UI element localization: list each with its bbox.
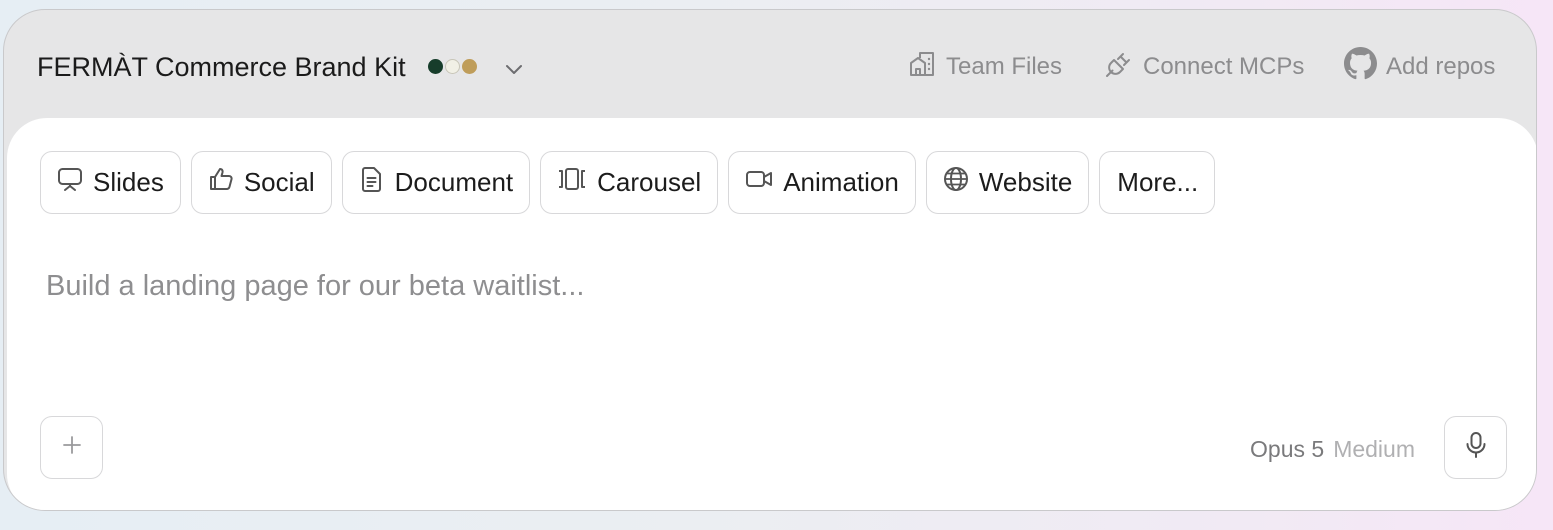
add-repos-label: Add repos xyxy=(1386,53,1496,80)
chip-social[interactable]: Social xyxy=(190,151,332,214)
prompt-composer-panel: FERMÀT Commerce Brand Kit Team Files Con… xyxy=(3,9,1537,511)
brand-kit-title[interactable]: FERMÀT Commerce Brand Kit xyxy=(37,50,406,84)
microphone-button[interactable] xyxy=(1444,416,1507,479)
chip-animation[interactable]: Animation xyxy=(728,151,916,214)
add-repos-button[interactable]: Add repos xyxy=(1344,47,1496,87)
connect-mcps-label: Connect MCPs xyxy=(1143,53,1305,80)
chip-more[interactable]: More... xyxy=(1099,151,1216,214)
plus-icon xyxy=(61,434,83,461)
prompt-input[interactable] xyxy=(46,266,1486,306)
chip-document[interactable]: Document xyxy=(341,151,531,214)
chip-label: Website xyxy=(978,167,1073,197)
brand-color-swatch xyxy=(462,59,477,74)
thumbs-up-icon xyxy=(207,165,235,200)
chip-label: Social xyxy=(243,167,315,197)
chip-label: Document xyxy=(394,167,514,197)
github-icon xyxy=(1344,47,1377,87)
add-attachment-button[interactable] xyxy=(40,416,103,479)
brand-color-swatch xyxy=(445,59,460,74)
globe-icon xyxy=(942,165,970,200)
brand-color-swatch xyxy=(428,59,443,74)
chip-label: Slides xyxy=(93,167,164,197)
chip-label: More... xyxy=(1117,167,1199,197)
chip-website[interactable]: Website xyxy=(925,151,1090,214)
chip-label: Animation xyxy=(783,167,899,197)
chip-slides[interactable]: Slides xyxy=(40,151,181,214)
team-files-label: Team Files xyxy=(946,53,1063,80)
brand-color-swatches[interactable] xyxy=(428,59,477,76)
chevron-down-icon[interactable] xyxy=(502,61,526,79)
chip-label: Carousel xyxy=(597,167,702,197)
composer-top-bar: FERMÀT Commerce Brand Kit Team Files Con… xyxy=(4,10,1536,120)
carousel-icon xyxy=(556,165,588,200)
connect-mcps-button[interactable]: Connect MCPs xyxy=(1104,50,1304,84)
team-files-button[interactable]: Team Files xyxy=(907,50,1062,84)
chip-carousel[interactable]: Carousel xyxy=(540,151,719,214)
output-type-chips: Slides Social Document Carousel Animatio… xyxy=(40,151,1216,214)
document-icon xyxy=(358,165,386,200)
composer-card: Slides Social Document Carousel Animatio… xyxy=(7,118,1536,510)
folder-house-icon xyxy=(907,49,937,86)
presentation-icon xyxy=(56,165,84,200)
model-name: Opus 5 xyxy=(1250,435,1325,462)
video-camera-icon xyxy=(744,165,774,200)
model-selector[interactable]: Opus 5 Medium xyxy=(1250,432,1415,466)
plug-icon xyxy=(1104,49,1134,86)
model-effort: Medium xyxy=(1333,435,1415,462)
microphone-icon xyxy=(1462,430,1490,465)
